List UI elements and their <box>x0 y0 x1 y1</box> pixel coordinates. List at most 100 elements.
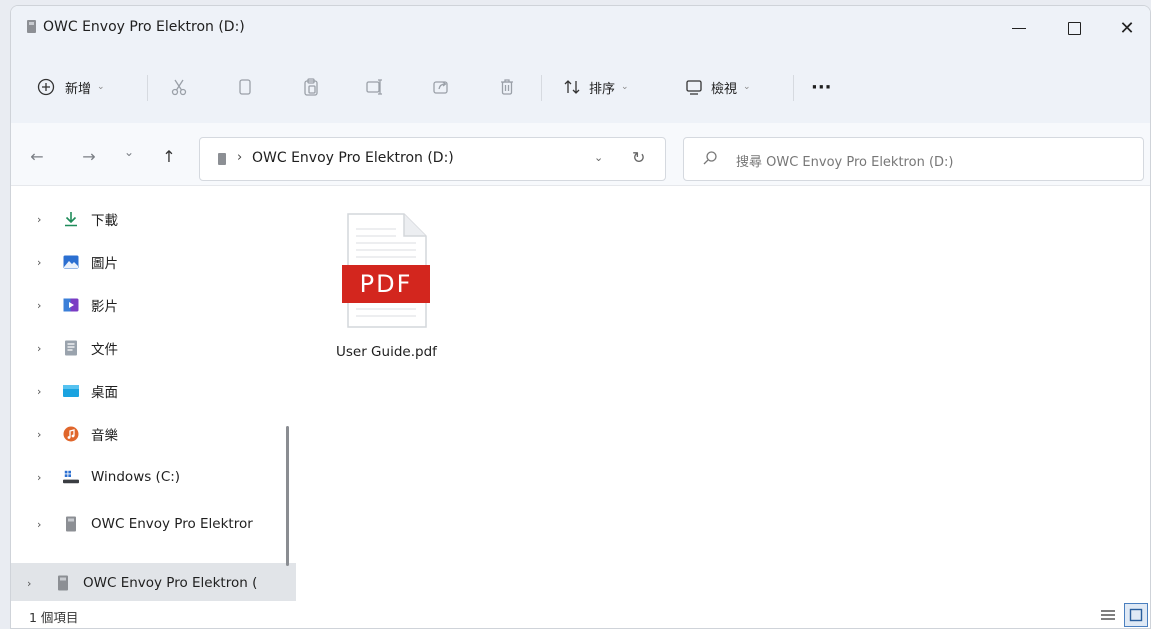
share-icon <box>431 77 451 97</box>
expand-chevron-icon[interactable]: › <box>37 385 41 398</box>
drive-icon <box>55 575 71 591</box>
recent-locations-button[interactable]: ⌄ <box>119 145 139 159</box>
maximize-icon <box>1067 22 1081 35</box>
file-list-area: PDF User Guide.pdf <box>296 186 1150 601</box>
drive-icon <box>218 153 226 165</box>
rename-button[interactable] <box>365 71 385 103</box>
delete-button[interactable] <box>497 71 517 103</box>
pdf-badge-text: PDF <box>360 270 413 298</box>
expand-chevron-icon[interactable]: › <box>37 518 41 531</box>
rename-icon <box>365 77 385 97</box>
item-count: 1 個項目 <box>29 610 79 625</box>
pictures-icon <box>63 254 79 270</box>
breadcrumb-separator: › <box>237 150 243 165</box>
toolbar-divider <box>793 75 794 101</box>
more-icon: ··· <box>811 76 832 98</box>
sidebar-item-label: 音樂 <box>91 428 118 444</box>
documents-icon <box>63 340 79 356</box>
videos-icon <box>63 297 79 313</box>
close-button[interactable]: ✕ <box>1104 6 1150 51</box>
expand-chevron-icon[interactable]: › <box>37 299 41 312</box>
up-button[interactable]: ↑ <box>159 147 179 166</box>
new-button[interactable]: 新增 ⌄ <box>37 71 105 103</box>
details-view-icon <box>1101 610 1115 620</box>
tiles-view-button[interactable] <box>1124 603 1148 627</box>
expand-chevron-icon[interactable]: › <box>37 342 41 355</box>
delete-icon <box>497 77 517 97</box>
window-title: OWC Envoy Pro Elektron (D:) <box>43 19 245 35</box>
chevron-down-icon: ⌄ <box>97 82 105 92</box>
plus-circle-icon <box>37 78 55 96</box>
sidebar-scrollbar[interactable] <box>286 426 289 566</box>
expand-chevron-icon[interactable]: › <box>37 428 41 441</box>
new-label: 新增 <box>65 81 92 97</box>
details-view-button[interactable] <box>1098 605 1118 625</box>
copy-button[interactable] <box>235 71 255 103</box>
paste-icon <box>301 77 321 97</box>
file-item[interactable]: PDF User Guide.pdf <box>336 209 437 369</box>
back-button[interactable]: ← <box>27 147 47 166</box>
sidebar-item-pictures[interactable]: › 圖片 <box>11 242 293 282</box>
sidebar-item-label: 文件 <box>91 342 118 358</box>
share-button[interactable] <box>431 71 451 103</box>
paste-button[interactable] <box>301 71 321 103</box>
sidebar-item-label: 下載 <box>91 213 118 229</box>
address-box[interactable]: › OWC Envoy Pro Elektron (D:) ⌄ ↻ <box>199 137 666 181</box>
drive-icon <box>63 516 79 532</box>
chevron-down-icon: ⌄ <box>621 82 629 92</box>
download-icon <box>63 211 79 227</box>
music-icon <box>63 426 79 442</box>
pdf-file-icon: PDF <box>342 213 430 328</box>
forward-button[interactable]: → <box>79 147 99 166</box>
maximize-button[interactable] <box>1051 6 1097 51</box>
view-label: 檢視 <box>711 81 738 97</box>
sidebar-item-label: Windows (C:) <box>91 469 181 485</box>
search-placeholder: 搜尋 OWC Envoy Pro Elektron (D:) <box>736 155 954 170</box>
sidebar-item-documents[interactable]: › 文件 <box>11 328 293 368</box>
command-bar: 新增 ⌄ 排序 ⌄ 檢視 ⌄ ··· <box>11 51 1150 123</box>
chevron-down-icon: ⌄ <box>743 82 751 92</box>
sidebar-item-label: 影片 <box>91 299 118 315</box>
arrow-up-icon: ↑ <box>162 147 176 166</box>
sidebar-item-desktop[interactable]: › 桌面 <box>11 371 293 411</box>
sidebar-item-label: OWC Envoy Pro Elektron ( <box>83 575 258 591</box>
cut-button[interactable] <box>169 71 189 103</box>
more-button[interactable]: ··· <box>811 71 832 103</box>
search-input[interactable]: 搜尋 OWC Envoy Pro Elektron (D:) <box>683 137 1144 181</box>
tiles-view-icon <box>1129 608 1143 622</box>
search-icon <box>702 150 718 170</box>
expand-chevron-icon[interactable]: › <box>37 256 41 269</box>
refresh-button[interactable]: ↻ <box>632 148 645 167</box>
address-bar-row: ← → ⌄ ↑ › OWC Envoy Pro Elektron (D:) ⌄ … <box>11 123 1150 186</box>
toolbar-divider <box>541 75 542 101</box>
expand-chevron-icon[interactable]: › <box>37 471 41 484</box>
sidebar-item-owc-drive-selected[interactable]: › OWC Envoy Pro Elektron ( <box>11 563 297 603</box>
address-dropdown-button[interactable]: ⌄ <box>594 151 603 164</box>
explorer-window: OWC Envoy Pro Elektron (D:) ✕ 新增 ⌄ 排序 ⌄ … <box>10 5 1151 629</box>
expand-chevron-icon[interactable]: › <box>37 213 41 226</box>
breadcrumb-path[interactable]: OWC Envoy Pro Elektron (D:) <box>252 150 454 166</box>
arrow-right-icon: → <box>82 147 96 166</box>
view-icon <box>685 78 703 96</box>
sidebar-item-windows-c[interactable]: › Windows (C:) <box>11 457 293 497</box>
drive-icon <box>27 20 36 33</box>
toolbar-divider <box>147 75 148 101</box>
sidebar-item-owc-drive[interactable]: › OWC Envoy Pro Elektror <box>11 504 293 544</box>
expand-chevron-icon[interactable]: › <box>27 577 31 590</box>
cut-icon <box>169 77 189 97</box>
view-button[interactable]: 檢視 ⌄ <box>685 71 751 103</box>
sort-label: 排序 <box>589 81 616 97</box>
minimize-button[interactable] <box>996 6 1042 51</box>
sidebar-item-videos[interactable]: › 影片 <box>11 285 293 325</box>
sort-button[interactable]: 排序 ⌄ <box>563 71 629 103</box>
windows-drive-icon <box>63 469 79 485</box>
status-bar: 1 個項目 <box>11 601 1150 628</box>
minimize-icon <box>1012 27 1026 30</box>
sidebar-item-music[interactable]: › 音樂 <box>11 414 293 454</box>
navigation-pane: › 下載 › 圖片 › 影片 › 文件 › 桌面 › 音樂 › Windows … <box>11 186 297 603</box>
file-name: User Guide.pdf <box>336 344 437 360</box>
sidebar-item-label: OWC Envoy Pro Elektror <box>91 516 253 532</box>
sidebar-item-downloads[interactable]: › 下載 <box>11 199 293 239</box>
desktop-icon <box>63 383 79 399</box>
title-bar: OWC Envoy Pro Elektron (D:) ✕ <box>11 6 1150 51</box>
